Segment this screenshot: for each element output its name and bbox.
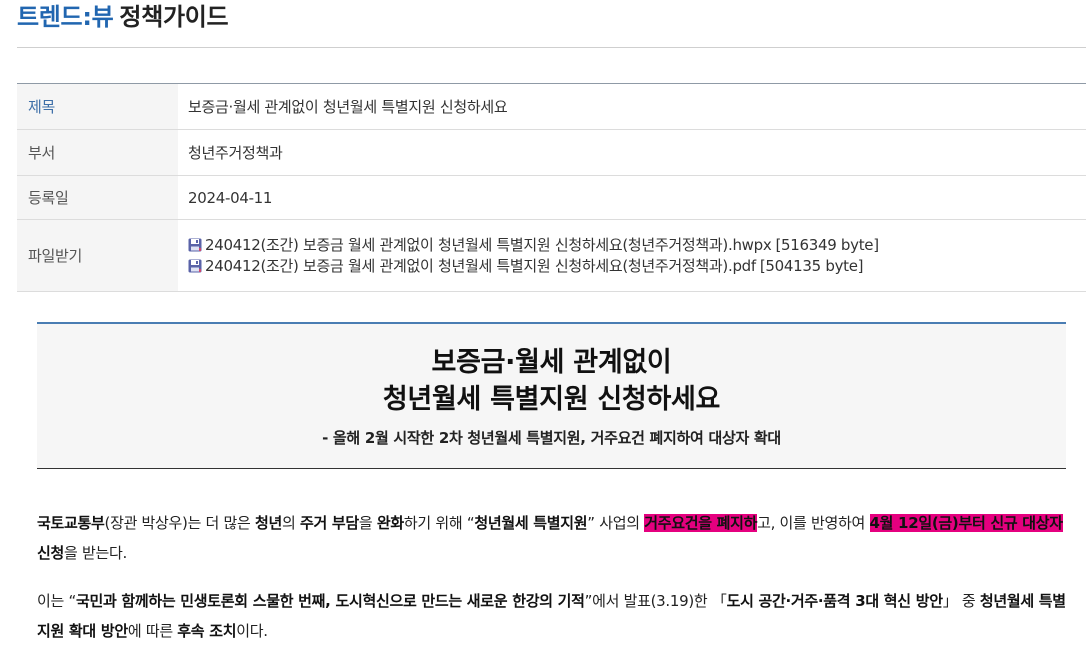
article: 보증금·월세 관계없이 청년월세 특별지원 신청하세요 - 올해 2월 시작한 … <box>37 322 1066 646</box>
file-size: [504135 byte] <box>759 256 864 275</box>
page-title: 트렌드:뷰 정책가이드 <box>17 0 1086 34</box>
info-row-date: 등록일 2024-04-11 <box>17 176 1086 220</box>
body-text: 고, 이를 반영하여 <box>757 514 870 532</box>
bold-text: 국토교통부 <box>37 514 105 532</box>
article-subtitle: - 올해 2월 시작한 2차 청년월세 특별지원, 거주요건 폐지하여 대상자 … <box>322 429 781 447</box>
body-text: ” 사업의 <box>587 514 645 532</box>
info-value-department: 청년주거정책과 <box>188 144 283 162</box>
article-title: 보증금·월세 관계없이 청년월세 특별지원 신청하세요 <box>37 344 1066 418</box>
body-text: ”에서 발표(3.19)한 「 <box>584 592 727 610</box>
article-paragraph: 이는 “국민과 함께하는 민생토론회 스물한 번째, 도시혁신으로 만드는 새로… <box>37 586 1066 646</box>
article-body: 국토교통부(장관 박상우)는 더 많은 청년의 주거 부담을 완화하기 위해 “… <box>37 508 1066 646</box>
file-download-icon <box>188 259 202 273</box>
body-text: 을 받는다. <box>64 544 127 562</box>
body-text: 이는 “ <box>37 592 76 610</box>
info-label-files: 파일받기 <box>17 220 178 291</box>
article-title-line: 보증금·월세 관계없이 <box>431 347 672 378</box>
file-link-hwpx[interactable]: 240412(조간) 보증금 월세 관계없이 청년월세 특별지원 신청하세요(청… <box>188 235 879 256</box>
info-label-date: 등록일 <box>17 176 178 219</box>
bold-text: 신청 <box>37 544 65 562</box>
bold-text: 주거 부담 <box>299 514 359 532</box>
bold-text: 청년 <box>255 514 283 532</box>
body-text: 하기 위해 “ <box>403 514 475 532</box>
page: 트렌드:뷰 정책가이드 제목 보증금·월세 관계없이 청년월세 특별지원 신청하세… <box>0 0 1086 656</box>
section-label: 정책가이드 <box>119 3 229 31</box>
body-text: 에 따른 <box>127 622 178 640</box>
body-text: 의 <box>282 514 300 532</box>
file-download-icon <box>188 238 202 252</box>
bold-text: 도시 공간·거주·품격 3대 혁신 방안 <box>726 592 943 610</box>
info-value-date: 2024-04-11 <box>188 188 273 207</box>
article-title-line: 청년월세 특별지원 신청하세요 <box>382 384 721 415</box>
file-name: 240412(조간) 보증금 월세 관계없이 청년월세 특별지원 신청하세요(청… <box>205 256 756 275</box>
info-value-title: 보증금·월세 관계없이 청년월세 특별지원 신청하세요 <box>188 98 508 116</box>
bold-text: 청년월세 특별지원 <box>474 514 588 532</box>
highlighted-text: 거주요건을 폐지하 <box>644 514 758 532</box>
highlighted-text: 4월 12일(금)부터 신규 대상자 <box>869 514 1063 532</box>
body-text: 이다. <box>236 622 268 640</box>
page-header: 트렌드:뷰 정책가이드 <box>17 0 1086 48</box>
file-size: [516349 byte] <box>775 235 879 254</box>
bold-text: 완화 <box>376 514 404 532</box>
info-table: 제목 보증금·월세 관계없이 청년월세 특별지원 신청하세요 부서 청년주거정책… <box>17 83 1086 292</box>
file-name: 240412(조간) 보증금 월세 관계없이 청년월세 특별지원 신청하세요(청… <box>205 235 772 254</box>
info-row-department: 부서 청년주거정책과 <box>17 130 1086 176</box>
body-text: 」 중 <box>942 592 980 610</box>
bold-text: 국민과 함께하는 민생토론회 스물한 번째, 도시혁신으로 만드는 새로운 한강… <box>75 592 585 610</box>
file-link-pdf[interactable]: 240412(조간) 보증금 월세 관계없이 청년월세 특별지원 신청하세요(청… <box>188 256 864 277</box>
brand-label: 트렌드:뷰 <box>17 3 114 31</box>
info-label-title: 제목 <box>17 84 178 129</box>
info-label-department: 부서 <box>17 130 178 175</box>
bold-text: 후속 조치 <box>177 622 237 640</box>
body-text: 을 <box>358 514 377 532</box>
info-value-files: 240412(조간) 보증금 월세 관계없이 청년월세 특별지원 신청하세요(청… <box>178 220 1086 291</box>
info-row-files: 파일받기 240412(조간) 보증금 월세 관계없이 청년월세 특별지원 신청… <box>17 220 1086 292</box>
article-paragraph: 국토교통부(장관 박상우)는 더 많은 청년의 주거 부담을 완화하기 위해 “… <box>37 508 1066 568</box>
article-headline-box: 보증금·월세 관계없이 청년월세 특별지원 신청하세요 - 올해 2월 시작한 … <box>37 322 1066 469</box>
info-row-title: 제목 보증금·월세 관계없이 청년월세 특별지원 신청하세요 <box>17 84 1086 130</box>
body-text: (장관 박상우)는 더 많은 <box>104 514 255 532</box>
